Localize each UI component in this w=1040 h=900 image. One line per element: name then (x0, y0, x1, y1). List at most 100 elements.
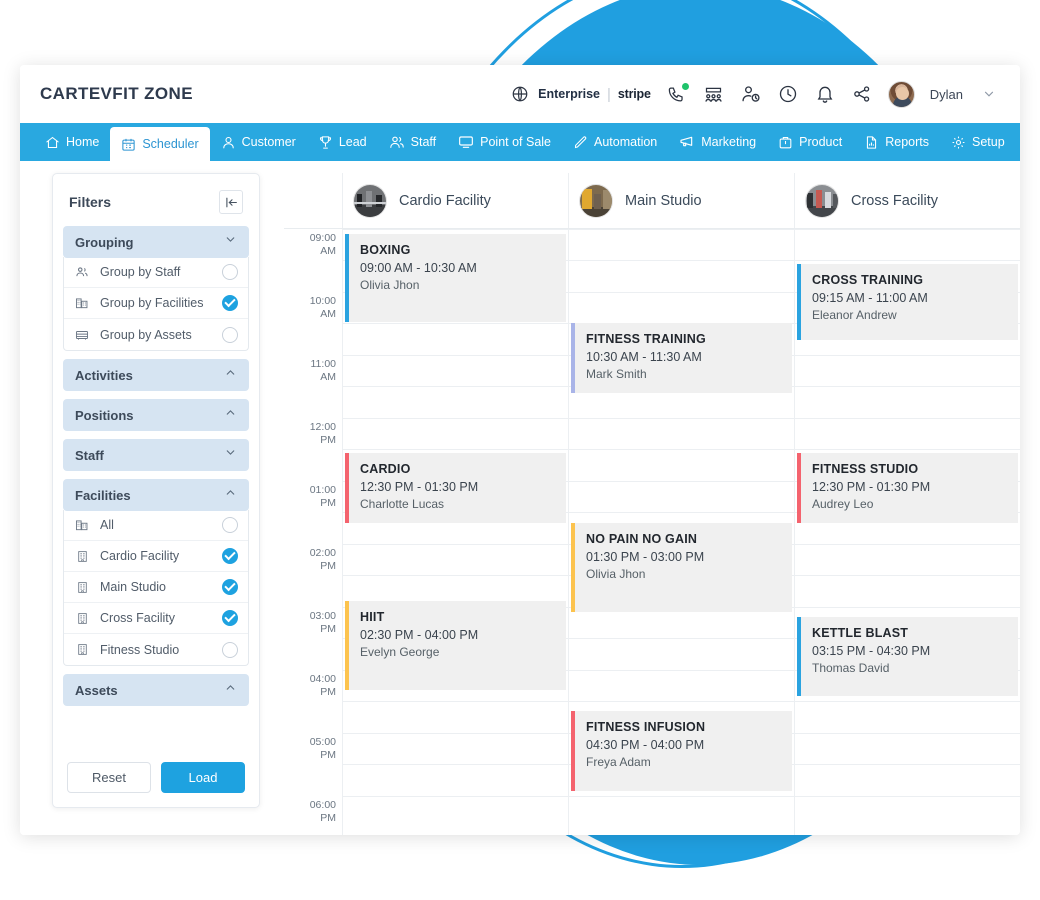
user-icon (221, 135, 236, 150)
event-fitness-infusion[interactable]: FITNESS INFUSION 04:30 PM - 04:00 PM Fre… (571, 711, 792, 791)
option-group-by-facilities[interactable]: Group by Facilities (64, 288, 248, 319)
event-person: Eleanor Andrew (812, 308, 897, 322)
event-title: CROSS TRAINING (812, 273, 924, 287)
load-button[interactable]: Load (161, 762, 245, 793)
nav-label: Product (799, 135, 843, 149)
phone-icon[interactable] (666, 83, 689, 105)
user-clock-icon[interactable] (740, 83, 762, 105)
monitor-icon (458, 134, 474, 150)
radio-checked[interactable] (222, 295, 238, 311)
section-header-activities[interactable]: Activities (63, 359, 249, 391)
scheduler-grid: 09:00 AM 10:00 AM 11:00 AM 12:00 PM 01:00 PM … (284, 229, 1020, 835)
phone-status-dot (681, 83, 689, 90)
nav-item-lead[interactable]: Lead (307, 123, 378, 161)
trophy-icon (318, 135, 333, 150)
building-icon (74, 612, 90, 625)
app-window: CARTEVFIT ZONE Enterprise | stripe Dylan… (20, 65, 1020, 835)
meeting-group-icon[interactable] (703, 83, 725, 105)
section-title: Staff (75, 447, 104, 463)
column-header-cross-facility[interactable]: Cross Facility (794, 173, 1020, 228)
option-group-by-assets[interactable]: Group by Assets (64, 319, 248, 350)
facility-avatar (353, 183, 387, 218)
option-facility-main-studio[interactable]: Main Studio (64, 572, 248, 603)
chevron-up-icon (224, 486, 237, 504)
event-time: 12:30 PM - 01:30 PM (360, 480, 479, 494)
event-fitness-studio[interactable]: FITNESS STUDIO 12:30 PM - 01:30 PM Audre… (797, 453, 1018, 523)
event-fitness-training[interactable]: FITNESS TRAINING 10:30 AM - 11:30 AM Mar… (571, 323, 792, 393)
nav-label: Point of Sale (480, 135, 552, 149)
nav-item-home[interactable]: Home (34, 123, 110, 161)
nav-item-point-of-sale[interactable]: Point of Sale (447, 123, 562, 161)
column-header-main-studio[interactable]: Main Studio (568, 173, 794, 228)
building-icon (74, 550, 90, 563)
clock-icon[interactable] (777, 83, 799, 105)
collapse-panel-icon[interactable] (219, 190, 243, 214)
section-header-grouping[interactable]: Grouping (63, 226, 249, 258)
nav-item-reports[interactable]: Reports (853, 123, 940, 161)
column-cross-facility[interactable]: CROSS TRAINING 09:15 AM - 11:00 AM Elean… (794, 229, 1020, 835)
reset-button[interactable]: Reset (67, 762, 151, 793)
option-facility-fitness-studio[interactable]: Fitness Studio (64, 634, 248, 665)
nav-label: Automation (594, 135, 658, 149)
filters-header: Filters (63, 182, 249, 226)
nav-item-scheduler[interactable]: Scheduler (110, 127, 210, 161)
event-hiit[interactable]: HIIT 02:30 PM - 04:00 PM Evelyn George (345, 601, 566, 690)
time-label: 02:00 PM (309, 547, 336, 572)
bell-icon[interactable] (814, 83, 836, 105)
option-facility-all[interactable]: All (64, 510, 248, 541)
pencil-icon (573, 135, 588, 150)
time-gutter-header (284, 173, 342, 228)
option-label: Cross Facility (100, 611, 176, 625)
section-header-assets[interactable]: Assets (63, 674, 249, 706)
building-icon (74, 581, 90, 594)
time-label: 05:00 PM (309, 736, 336, 761)
section-header-positions[interactable]: Positions (63, 399, 249, 431)
radio-unchecked[interactable] (222, 517, 238, 533)
radio-checked[interactable] (222, 548, 238, 564)
chevron-down-icon[interactable] (978, 83, 1000, 105)
column-cardio-facility[interactable]: BOXING 09:00 AM - 10:30 AM Olivia Jhon C… (342, 229, 568, 835)
radio-unchecked[interactable] (222, 264, 238, 280)
section-title: Grouping (75, 234, 134, 250)
nav-item-staff[interactable]: Staff (378, 123, 447, 161)
globe-icon (509, 83, 531, 105)
scheduler-header: Cardio Facility Main Studio Cross Facili… (284, 173, 1020, 229)
chevron-up-icon (224, 681, 237, 699)
event-person: Charlotte Lucas (360, 497, 445, 511)
nav-label: Reports (885, 135, 930, 149)
app-brand: CARTEVFIT ZONE (40, 84, 193, 103)
option-facility-cross-facility[interactable]: Cross Facility (64, 603, 248, 634)
nav-item-customer[interactable]: Customer (210, 123, 307, 161)
day-columns: BOXING 09:00 AM - 10:30 AM Olivia Jhon C… (342, 229, 1020, 835)
event-person: Olivia Jhon (586, 567, 646, 581)
event-time: 04:30 PM - 04:00 PM (586, 738, 705, 752)
user-name: Dylan (929, 86, 963, 102)
nav-item-marketing[interactable]: Marketing (668, 123, 767, 161)
event-title: HIIT (360, 610, 385, 624)
radio-unchecked[interactable] (222, 641, 238, 658)
filter-section-assets: Assets (63, 674, 249, 706)
column-main-studio[interactable]: FITNESS TRAINING 10:30 AM - 11:30 AM Mar… (568, 229, 794, 835)
radio-checked[interactable] (222, 579, 238, 595)
event-cross-training[interactable]: CROSS TRAINING 09:15 AM - 11:00 AM Elean… (797, 264, 1018, 340)
event-boxing[interactable]: BOXING 09:00 AM - 10:30 AM Olivia Jhon (345, 234, 566, 322)
radio-unchecked[interactable] (222, 326, 238, 343)
section-title: Positions (75, 407, 134, 423)
option-group-by-staff[interactable]: Group by Staff (64, 257, 248, 288)
section-header-staff[interactable]: Staff (63, 439, 249, 471)
nav-item-automation[interactable]: Automation (562, 123, 668, 161)
share-icon[interactable] (851, 83, 873, 105)
event-kettle-blast[interactable]: KETTLE BLAST 03:15 PM - 04:30 PM Thomas … (797, 617, 1018, 696)
event-cardio[interactable]: CARDIO 12:30 PM - 01:30 PM Charlotte Luc… (345, 453, 566, 523)
radio-checked[interactable] (222, 610, 238, 626)
nav-item-product[interactable]: Product (767, 123, 853, 161)
event-no-pain-no-gain[interactable]: NO PAIN NO GAIN 01:30 PM - 03:00 PM Oliv… (571, 523, 792, 612)
column-header-cardio-facility[interactable]: Cardio Facility (342, 173, 568, 228)
filter-section-activities: Activities (63, 359, 249, 391)
option-facility-cardio-facility[interactable]: Cardio Facility (64, 541, 248, 572)
section-header-facilities[interactable]: Facilities (63, 479, 249, 511)
enterprise-badge[interactable]: Enterprise | stripe (509, 83, 651, 105)
nav-label: Staff (410, 135, 437, 149)
avatar[interactable] (887, 80, 915, 108)
nav-item-setup[interactable]: Setup (940, 123, 1016, 161)
